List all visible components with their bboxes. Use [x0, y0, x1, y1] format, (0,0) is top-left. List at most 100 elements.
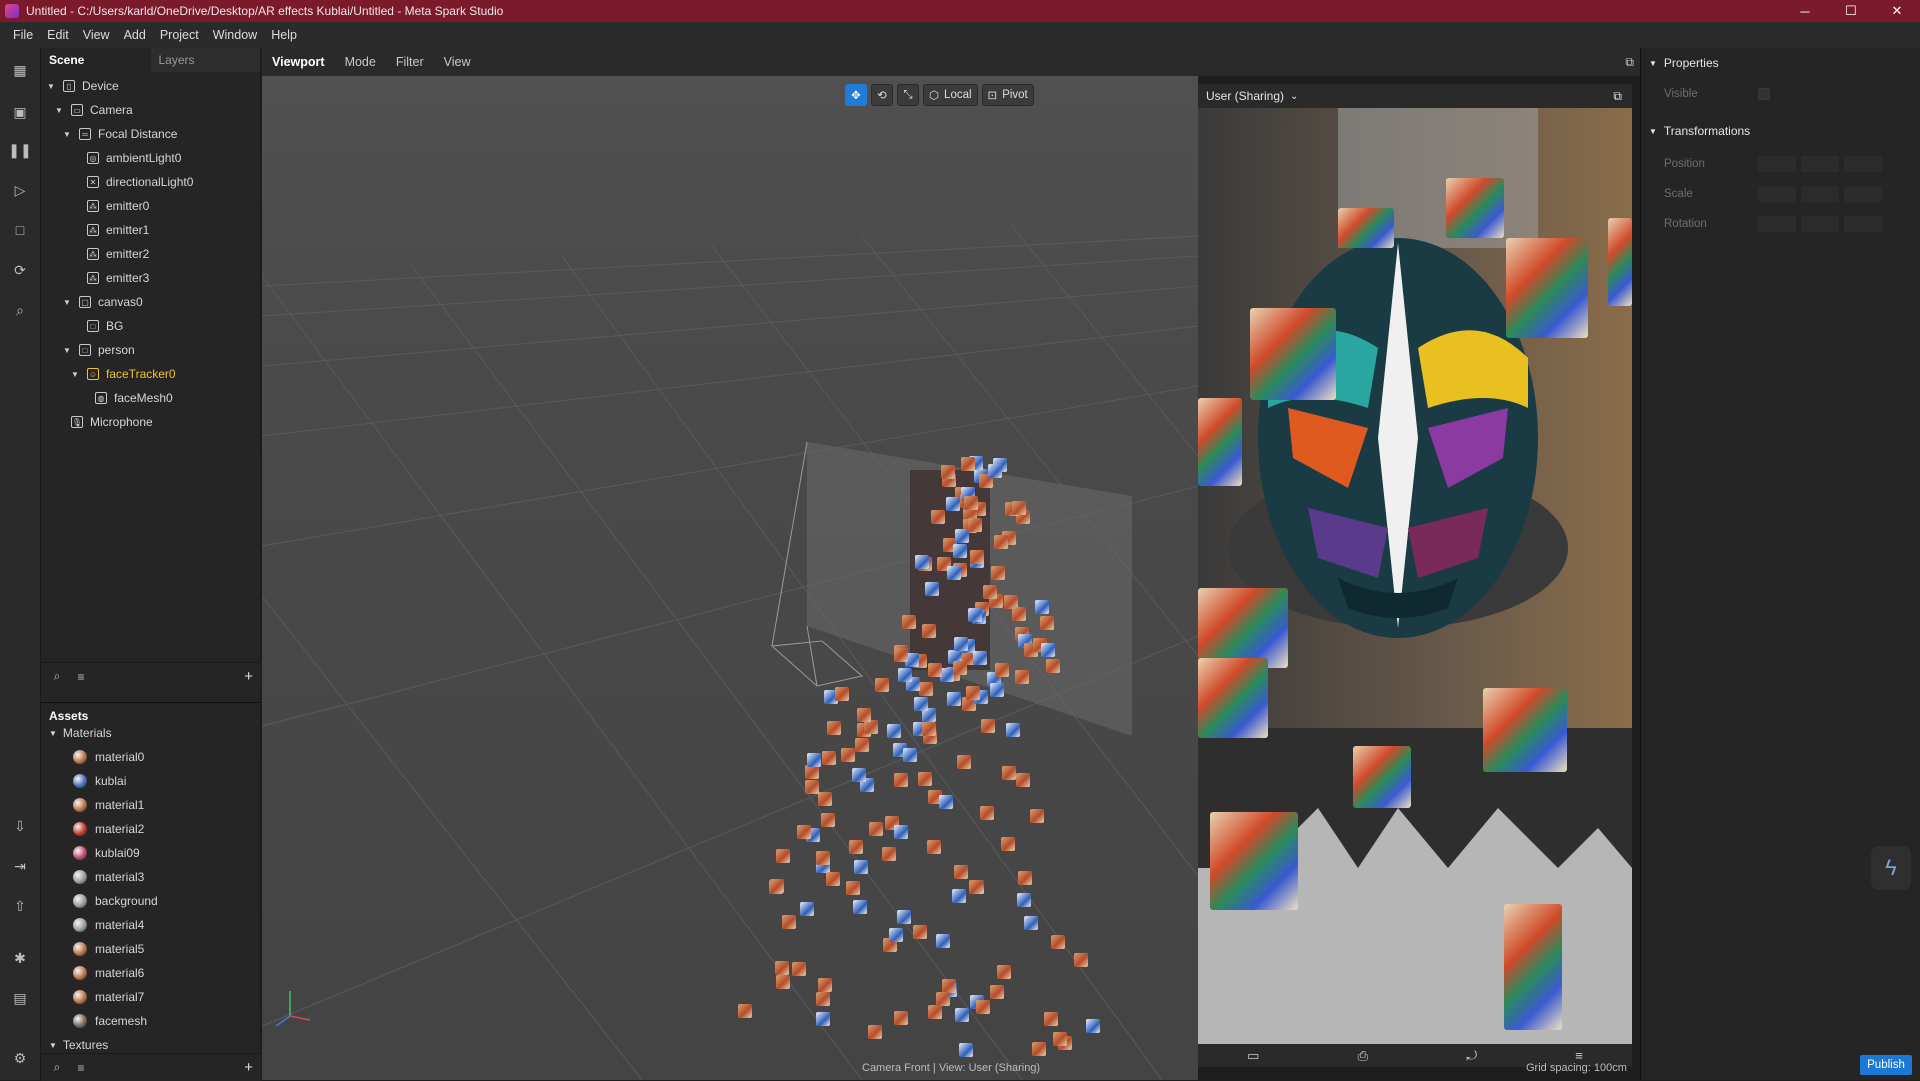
chevron-down-icon[interactable]: ⌄: [1290, 91, 1298, 102]
close-button[interactable]: ✕: [1874, 0, 1920, 22]
simulator-preview[interactable]: [1198, 108, 1632, 1044]
material-item-kublai09[interactable]: kublai09: [73, 841, 140, 865]
menu-help[interactable]: Help: [264, 22, 304, 48]
maximize-button[interactable]: ☐: [1828, 0, 1874, 22]
scale-tool-button[interactable]: ⤡: [897, 84, 919, 106]
upload-icon[interactable]: ⇧: [8, 894, 32, 918]
scale-x-field[interactable]: [1758, 186, 1796, 202]
minimize-button[interactable]: ─: [1782, 0, 1828, 22]
material-item-material5[interactable]: material5: [73, 937, 144, 961]
chevron-down-icon[interactable]: ▼: [63, 130, 73, 139]
rotation-x-field[interactable]: [1758, 216, 1796, 232]
position-z-field[interactable]: [1844, 156, 1882, 172]
particle-sprite: [980, 805, 995, 820]
transformations-section[interactable]: ▼ Transformations: [1649, 120, 1750, 142]
pause-icon[interactable]: ❚❚: [8, 138, 32, 162]
emitter-icon: ⁂: [87, 272, 99, 284]
tab-view[interactable]: View: [434, 48, 481, 76]
tree-item-camera[interactable]: ▼ ▭ Camera: [55, 98, 133, 122]
material-item-material6[interactable]: material6: [73, 961, 144, 985]
material-item-material7[interactable]: material7: [73, 985, 144, 1009]
pop-out-icon[interactable]: ⧉: [1613, 89, 1622, 104]
console-icon[interactable]: ▤: [8, 986, 32, 1010]
chevron-down-icon: ▼: [49, 728, 57, 738]
search-icon[interactable]: ⌕: [8, 298, 32, 322]
tab-scene[interactable]: Scene: [41, 48, 151, 72]
menu-edit[interactable]: Edit: [40, 22, 76, 48]
material-item-material4[interactable]: material4: [73, 913, 144, 937]
particle-sprite: [913, 697, 928, 712]
menu-window[interactable]: Window: [206, 22, 264, 48]
search-icon[interactable]: ⌕: [49, 669, 65, 685]
properties-section[interactable]: ▼ Properties: [1649, 52, 1719, 74]
tree-item-facetracker0[interactable]: ▼ ☺ faceTracker0: [71, 362, 176, 386]
tab-viewport[interactable]: Viewport: [262, 48, 335, 76]
play-icon[interactable]: ▷: [8, 178, 32, 202]
chevron-down-icon[interactable]: ▼: [47, 82, 57, 91]
scale-y-field[interactable]: [1801, 186, 1839, 202]
layout-icon[interactable]: ▦: [8, 58, 32, 82]
filter-icon[interactable]: ≡: [73, 669, 89, 685]
viewport-canvas[interactable]: [262, 76, 1198, 1080]
position-y-field[interactable]: [1801, 156, 1839, 172]
material-item-material0[interactable]: material0: [73, 745, 144, 769]
tree-item-canvas0[interactable]: ▼ ▢ canvas0: [63, 290, 143, 314]
add-object-button[interactable]: +: [244, 668, 253, 685]
tree-item-focal-distance[interactable]: ▼ ═ Focal Distance: [63, 122, 177, 146]
scene-view-icon[interactable]: ▣: [8, 100, 32, 124]
menu-add[interactable]: Add: [117, 22, 153, 48]
refresh-icon[interactable]: ⟳: [8, 258, 32, 282]
tree-item-person[interactable]: ▼ □ person: [63, 338, 135, 362]
tree-item-emitter2[interactable]: ⁂ emitter2: [71, 242, 149, 266]
position-x-field[interactable]: [1758, 156, 1796, 172]
material-item-facemesh[interactable]: facemesh: [73, 1009, 147, 1033]
import-icon[interactable]: ⇩: [8, 814, 32, 838]
menu-file[interactable]: File: [6, 22, 40, 48]
tab-layers[interactable]: Layers: [151, 48, 261, 72]
tree-item-emitter0[interactable]: ⁂emitter0⇥: [71, 194, 285, 218]
settings-icon[interactable]: ⚙: [8, 1046, 32, 1070]
materials-group[interactable]: ▼ Materials: [49, 721, 112, 745]
material-item-material2[interactable]: material2: [73, 817, 144, 841]
scale-z-field[interactable]: [1844, 186, 1882, 202]
add-asset-button[interactable]: +: [244, 1059, 253, 1076]
tab-mode[interactable]: Mode: [335, 48, 386, 76]
rotation-y-field[interactable]: [1801, 216, 1839, 232]
bug-icon[interactable]: ✱: [8, 946, 32, 970]
pivot-toggle-button[interactable]: ⊡ Pivot: [981, 84, 1034, 106]
chevron-down-icon[interactable]: ▼: [55, 106, 65, 115]
tree-item-emitter1[interactable]: ⁂ emitter1: [71, 218, 149, 242]
publish-button[interactable]: Publish: [1860, 1055, 1912, 1075]
tree-item-bg[interactable]: □ BG: [71, 314, 123, 338]
material-item-background[interactable]: background: [73, 889, 158, 913]
material-item-material1[interactable]: material1: [73, 793, 144, 817]
rotate-tool-button[interactable]: ⟲: [871, 84, 893, 106]
tree-item-device[interactable]: ▼ ▯ Device: [47, 74, 119, 98]
particle-sprite: [815, 992, 830, 1007]
device-selector[interactable]: User (Sharing): [1206, 89, 1284, 103]
chevron-down-icon[interactable]: ▼: [71, 370, 81, 379]
chevron-down-icon[interactable]: ▼: [63, 346, 73, 355]
rotation-z-field[interactable]: [1844, 216, 1882, 232]
search-icon[interactable]: ⌕: [49, 1060, 65, 1076]
sign-in-icon[interactable]: ⇥: [8, 854, 32, 878]
chevron-down-icon[interactable]: ▼: [63, 298, 73, 307]
tree-item-ambientlight0[interactable]: ◎ ambientLight0: [71, 146, 181, 170]
material-item-material3[interactable]: material3: [73, 865, 144, 889]
tree-item-microphone[interactable]: 🎙 Microphone: [55, 410, 153, 434]
tab-filter[interactable]: Filter: [386, 48, 434, 76]
filter-icon[interactable]: ≡: [73, 1060, 89, 1076]
assistant-icon[interactable]: ϟ: [1871, 846, 1911, 890]
tree-item-facemesh0[interactable]: ◍ faceMesh0: [79, 386, 173, 410]
pop-out-icon[interactable]: ⧉: [1625, 55, 1634, 70]
effect-tile: [1338, 208, 1394, 248]
menu-view[interactable]: View: [76, 22, 117, 48]
move-tool-button[interactable]: ✥: [845, 84, 867, 106]
local-toggle-button[interactable]: ⬡ Local: [923, 84, 978, 106]
menu-project[interactable]: Project: [153, 22, 206, 48]
tree-item-emitter3[interactable]: ⁂ emitter3: [71, 266, 149, 290]
stop-icon[interactable]: □: [8, 218, 32, 242]
visible-checkbox[interactable]: [1758, 88, 1770, 100]
tree-item-directionallight0[interactable]: ✕ directionalLight0: [71, 170, 193, 194]
material-item-kublai[interactable]: kublai: [73, 769, 126, 793]
